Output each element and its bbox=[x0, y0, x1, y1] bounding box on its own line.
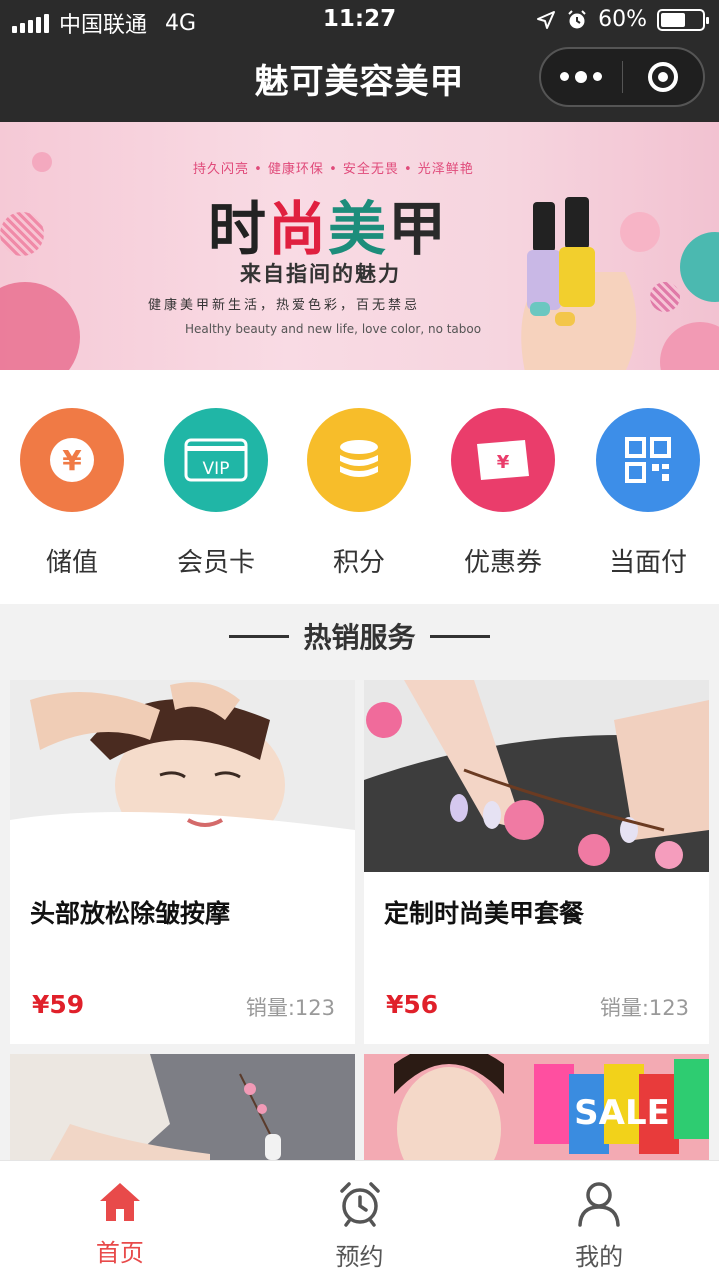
striped-ball-decoration bbox=[0, 212, 44, 256]
svg-text:¥: ¥ bbox=[62, 444, 82, 477]
divider-line bbox=[429, 634, 490, 638]
nail-polish-illustration bbox=[521, 197, 637, 370]
menu-item-stored-value[interactable]: ¥ 储值 bbox=[12, 408, 132, 579]
product-card[interactable] bbox=[10, 1054, 355, 1160]
status-bar: 中国联通 4G 11:27 60% bbox=[0, 0, 719, 40]
banner-tagline: 持久闪亮 • 健康环保 • 安全无畏 • 光泽鲜艳 bbox=[193, 162, 474, 177]
product-price: ¥59 bbox=[32, 990, 85, 1019]
yen-coin-icon: ¥ bbox=[20, 408, 124, 512]
alarm-icon bbox=[568, 9, 586, 28]
tab-home[interactable]: 首页 bbox=[0, 1161, 240, 1280]
headline-char: 时 bbox=[208, 195, 269, 263]
product-card[interactable]: SALE bbox=[364, 1054, 709, 1160]
banner-description-en: Healthy beauty and new life, love color,… bbox=[185, 322, 482, 336]
vip-card-icon: VIP bbox=[164, 408, 268, 512]
headline-char: 美 bbox=[328, 195, 389, 263]
product-sales: 销量:123 bbox=[599, 996, 689, 1020]
product-name: 头部放松除皱按摩 bbox=[30, 899, 231, 928]
tab-label: 首页 bbox=[95, 1239, 144, 1267]
target-icon[interactable] bbox=[623, 62, 704, 92]
section-header: 热销服务 bbox=[0, 616, 719, 656]
location-arrow-icon bbox=[537, 10, 556, 29]
menu-item-label: 优惠券 bbox=[463, 548, 542, 578]
tab-label: 我的 bbox=[575, 1243, 624, 1271]
headline-char: 甲 bbox=[388, 195, 449, 263]
mini-program-capsule bbox=[539, 47, 705, 107]
menu-item-label: 储值 bbox=[45, 548, 98, 578]
product-image-beauty-sale: SALE bbox=[364, 1054, 709, 1160]
divider-line bbox=[229, 634, 290, 638]
product-card[interactable]: 定制时尚美甲套餐 ¥56 销量:123 bbox=[364, 680, 709, 1044]
dot-decoration bbox=[660, 322, 719, 370]
banner-headline: 时尚美甲 bbox=[208, 182, 448, 266]
dot-decoration bbox=[32, 152, 52, 172]
striped-ball-decoration bbox=[650, 282, 680, 312]
more-dots-icon[interactable] bbox=[541, 70, 622, 83]
product-name: 定制时尚美甲套餐 bbox=[384, 899, 585, 928]
flower-decoration bbox=[680, 232, 719, 302]
menu-item-label: 积分 bbox=[332, 548, 385, 578]
banner-subtitle: 来自指间的魅力 bbox=[240, 262, 401, 286]
coupon-icon: ¥ bbox=[451, 408, 555, 512]
banner-description: 健康美甲新生活，热爱色彩，百无禁忌 bbox=[148, 298, 421, 313]
product-image-head-massage bbox=[10, 680, 355, 872]
coin-stack-icon bbox=[307, 408, 411, 512]
svg-text:VIP: VIP bbox=[203, 459, 230, 479]
menu-item-coupons[interactable]: ¥ 优惠券 bbox=[443, 408, 563, 579]
tab-label: 预约 bbox=[335, 1243, 384, 1271]
battery-icon bbox=[657, 8, 709, 31]
menu-item-points[interactable]: 积分 bbox=[299, 408, 419, 579]
section-title: 热销服务 bbox=[303, 621, 416, 654]
battery-percent: 60% bbox=[598, 7, 647, 32]
quick-menu: ¥ 储值 VIP 会员卡 积分 ¥ 优惠券 当面付 bbox=[0, 370, 719, 604]
headline-char: 尚 bbox=[268, 195, 329, 263]
menu-item-label: 会员卡 bbox=[176, 548, 255, 578]
flower-decoration bbox=[0, 282, 80, 370]
alarm-clock-icon bbox=[339, 1182, 380, 1227]
home-icon bbox=[99, 1183, 140, 1221]
menu-item-label: 当面付 bbox=[608, 548, 687, 578]
product-sales: 销量:123 bbox=[245, 996, 335, 1020]
product-card[interactable]: 头部放松除皱按摩 ¥59 销量:123 bbox=[10, 680, 355, 1044]
product-price: ¥56 bbox=[386, 990, 439, 1019]
top-bar: 中国联通 4G 11:27 60% 魅可美容美甲 bbox=[0, 0, 719, 122]
menu-item-member-card[interactable]: VIP 会员卡 bbox=[156, 408, 276, 579]
qr-code-icon bbox=[596, 408, 700, 512]
user-icon bbox=[578, 1182, 620, 1227]
menu-item-face-pay[interactable]: 当面付 bbox=[588, 408, 708, 579]
svg-text:¥: ¥ bbox=[497, 452, 510, 473]
product-image-spa bbox=[10, 1054, 355, 1160]
tab-booking[interactable]: 预约 bbox=[240, 1161, 480, 1280]
tab-mine[interactable]: 我的 bbox=[479, 1161, 719, 1280]
promo-banner[interactable]: 持久闪亮 • 健康环保 • 安全无畏 • 光泽鲜艳 时尚美甲 来自指间的魅力 健… bbox=[0, 122, 719, 370]
tab-bar: 首页 预约 我的 bbox=[0, 1160, 719, 1280]
sale-sign: SALE bbox=[574, 1093, 670, 1133]
product-image-nail-set bbox=[364, 680, 709, 872]
